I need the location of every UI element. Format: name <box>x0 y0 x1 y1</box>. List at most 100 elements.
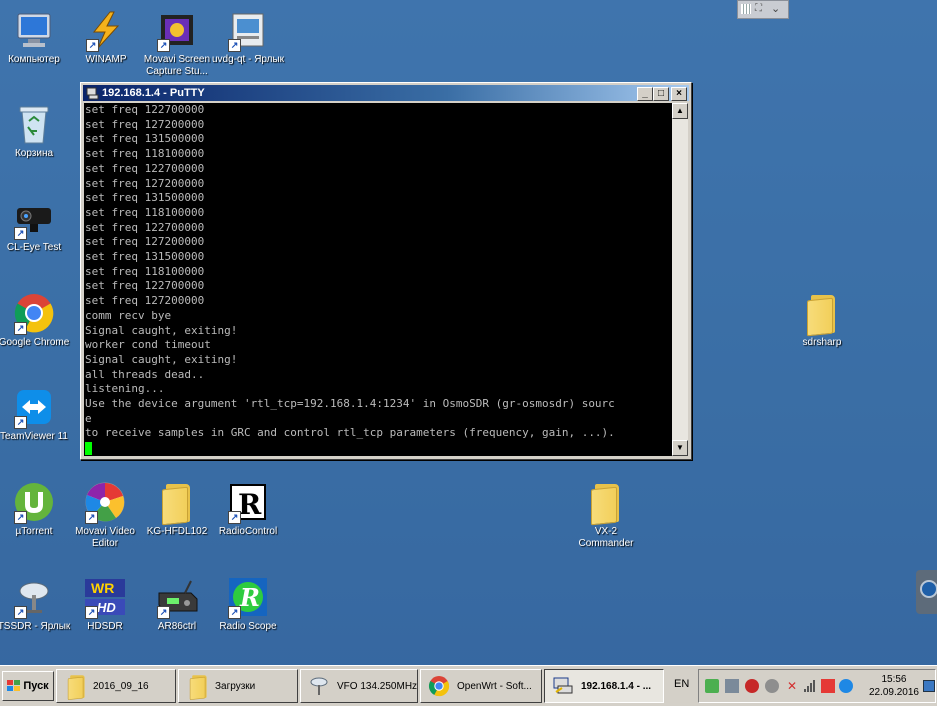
terminal-line: set freq 118100000 <box>85 147 205 161</box>
terminal-line: set freq 118100000 <box>85 205 205 219</box>
shield-icon[interactable] <box>821 679 835 693</box>
system-tray: ✕ 15:56 22.09.2016 <box>698 669 936 703</box>
taskbar-item-putty[interactable]: 192.168.1.4 - ... <box>544 669 664 703</box>
taskbar-item-folder-2016[interactable]: 2016_09_16 <box>56 669 176 703</box>
grid-icon[interactable] <box>741 4 751 14</box>
desktop-icon-label: Google Chrome <box>0 337 70 348</box>
terminal-line: all threads dead.. <box>85 367 205 381</box>
network-status-icon[interactable] <box>705 679 719 693</box>
terminal-line: set freq 131500000 <box>85 250 205 264</box>
chrome-icon: ↗ <box>12 291 56 335</box>
security-icon[interactable] <box>745 679 759 693</box>
desktop-icon-label: RadioControl <box>218 526 278 537</box>
svg-text:R: R <box>239 583 260 612</box>
folder-icon <box>63 674 87 701</box>
shortcut-arrow-icon: ↗ <box>14 606 27 619</box>
terminal-line: to receive samples in GRC and control rt… <box>85 426 615 440</box>
desktop-icon-winamp[interactable]: ↗ WINAMP <box>68 8 144 66</box>
mute-icon[interactable]: ✕ <box>785 679 799 693</box>
window-title: 192.168.1.4 - PuTTY <box>102 87 205 99</box>
terminal-line: set freq 131500000 <box>85 132 205 146</box>
desktop-icon-radiocontrol[interactable]: R ↗ RadioControl <box>210 480 286 538</box>
computer-icon <box>12 8 56 52</box>
desktop-icon-uvdg[interactable]: ↗ uvdg-qt - Ярлык <box>210 8 286 66</box>
svg-text:WR: WR <box>91 580 114 596</box>
terminal-cursor <box>85 441 92 455</box>
terminal-line: set freq 122700000 <box>85 279 205 293</box>
desktop-icon-computer[interactable]: Компьютер <box>0 8 72 66</box>
desktop-icon-kghfdl[interactable]: KG-HFDL102 <box>139 480 215 538</box>
terminal-line: set freq 122700000 <box>85 161 205 175</box>
desktop-icon-teamviewer[interactable]: ↗ TeamViewer 11 <box>0 385 72 443</box>
desktop-icon-utorrent[interactable]: ↗ µTorrent <box>0 480 72 538</box>
desktop-icon-radioscope[interactable]: R ↗ Radio Scope <box>210 575 286 633</box>
shortcut-arrow-icon: ↗ <box>228 39 241 52</box>
movavi-video-icon: ↗ <box>83 480 127 524</box>
terminal-line: set freq 127200000 <box>85 235 205 249</box>
winamp-icon: ↗ <box>84 8 128 52</box>
folder-icon <box>800 291 844 337</box>
show-desktop-icon[interactable] <box>923 680 935 692</box>
close-button[interactable]: × <box>671 87 687 101</box>
terminal-line: set freq 122700000 <box>85 103 205 116</box>
taskbar-item-openwrt[interactable]: OpenWrt - Soft... <box>420 669 542 703</box>
skype-icon[interactable] <box>839 679 853 693</box>
language-indicator[interactable]: EN <box>674 678 689 690</box>
desktop-icon-label: WINAMP <box>85 54 127 65</box>
terminal-line: set freq 127200000 <box>85 176 205 190</box>
desktop-icon-ar86[interactable]: ↗ AR86ctrl <box>139 575 215 633</box>
scroll-up-button[interactable]: ▲ <box>672 103 688 119</box>
putty-window[interactable]: 192.168.1.4 - PuTTY _ □ × set freq 12270… <box>80 82 692 460</box>
terminal-line: e <box>85 411 92 425</box>
terminal-output[interactable]: set freq 122700000 set freq 127200000 set … <box>84 103 672 456</box>
radiocontrol-icon: R ↗ <box>226 480 270 524</box>
desktop-icon-trash[interactable]: Корзина <box>0 102 72 160</box>
floating-toolbar[interactable]: ⛶ ⌄ <box>737 0 789 19</box>
desktop-icon-label: Компьютер <box>8 54 60 65</box>
vertical-scrollbar[interactable]: ▲ ▼ <box>672 103 688 456</box>
desktop-icon-tssdr[interactable]: ↗ TSSDR - Ярлык <box>0 575 72 633</box>
putty-icon <box>85 86 99 100</box>
maximize-button[interactable]: □ <box>653 87 669 101</box>
terminal-line: set freq 131500000 <box>85 191 205 205</box>
window-titlebar[interactable]: 192.168.1.4 - PuTTY <box>83 85 689 101</box>
shortcut-arrow-icon: ↗ <box>14 416 27 429</box>
shortcut-arrow-icon: ↗ <box>14 322 27 335</box>
terminal-line: Signal caught, exiting! <box>85 352 238 366</box>
taskbar: Пуск 2016_09_16 Загрузки VFO 134.250MHz … <box>0 665 937 706</box>
desktop-icon-movavi-video[interactable]: ↗ Movavi Video Editor <box>67 480 143 550</box>
desktop-icon-vx2[interactable]: VX-2 Commander <box>568 480 644 550</box>
minimize-button[interactable]: _ <box>637 87 653 101</box>
start-button[interactable]: Пуск <box>2 671 54 701</box>
shortcut-arrow-icon: ↗ <box>228 511 241 524</box>
shortcut-arrow-icon: ↗ <box>14 227 27 240</box>
desktop-icon-movavi-capture[interactable]: ↗ Movavi Screen Capture Stu... <box>139 8 215 78</box>
desktop-icon-chrome[interactable]: ↗ Google Chrome <box>0 291 72 349</box>
folder-icon <box>155 480 199 526</box>
fullscreen-icon[interactable]: ⛶ <box>755 3 762 14</box>
terminal-line: Signal caught, exiting! <box>85 323 238 337</box>
desktop-icon-cleye[interactable]: ↗ CL-Eye Test <box>0 196 72 254</box>
scroll-down-button[interactable]: ▼ <box>672 440 688 456</box>
usb-device-icon[interactable] <box>725 679 739 693</box>
movavi-capture-icon: ↗ <box>155 8 199 52</box>
desktop-icon-hdsdr[interactable]: WR HD ↗ HDSDR <box>67 575 143 633</box>
radioscope-icon: R ↗ <box>226 575 270 619</box>
taskbar-item-downloads[interactable]: Загрузки <box>178 669 298 703</box>
desktop-icon-sdrsharp[interactable]: sdrsharp <box>784 291 860 349</box>
terminal-line: set freq 118100000 <box>85 264 205 278</box>
antivirus-icon[interactable] <box>765 679 779 693</box>
receiver-icon: ↗ <box>155 575 199 619</box>
shortcut-arrow-icon: ↗ <box>85 511 98 524</box>
desktop-icon-label: CL-Eye Test <box>6 242 62 253</box>
hdsdr-icon: WR HD ↗ <box>83 575 127 619</box>
teamviewer-icon: ↗ <box>12 385 56 429</box>
desktop-icon-label: uvdg-qt - Ярлык <box>211 54 285 65</box>
edge-gadget[interactable] <box>916 570 937 614</box>
chevron-down-icon[interactable]: ⌄ <box>771 2 780 15</box>
downloads-folder-icon <box>185 674 209 701</box>
webcam-icon: ↗ <box>12 196 56 240</box>
signal-bars-icon[interactable] <box>803 679 817 693</box>
taskbar-item-vfo[interactable]: VFO 134.250MHz <box>300 669 418 703</box>
clock[interactable]: 15:56 22.09.2016 <box>869 673 919 699</box>
